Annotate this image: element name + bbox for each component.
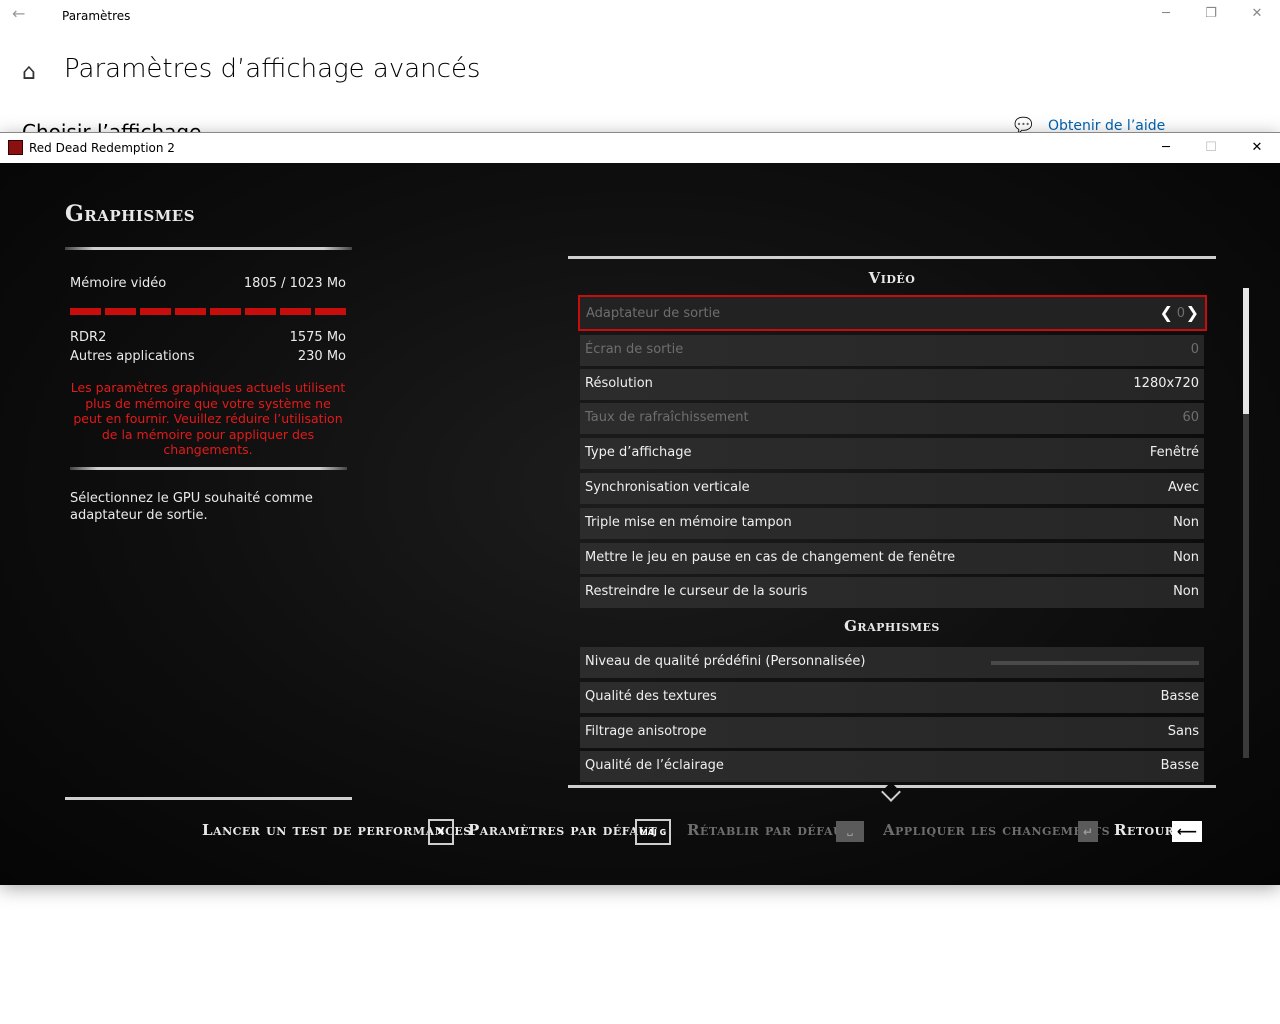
rdr2-memory-label: RDR2	[70, 330, 107, 345]
memory-bar-segment	[140, 308, 171, 315]
option-label: Taux de rafraîchissement	[585, 410, 749, 425]
memory-bar-segment	[70, 308, 101, 315]
settings-app-title: Paramètres	[62, 9, 131, 23]
graphics-title: Graphismes	[65, 201, 196, 227]
rdr2-memory-value: 1575 Mo	[289, 330, 346, 345]
restore-default-button: Rétablir par défaut	[687, 821, 852, 839]
option-quality-preset[interactable]: Niveau de qualité prédéfini (Personnalis…	[580, 647, 1204, 678]
option-resolution[interactable]: Résolution 1280x720	[580, 369, 1204, 400]
option-pause-on-focus-loss[interactable]: Mettre le jeu en pause en cas de changem…	[580, 543, 1204, 574]
option-value: Non	[1173, 515, 1199, 530]
default-settings-button[interactable]: Paramètres par défaut	[468, 821, 657, 839]
other-apps-memory-label: Autres applications	[70, 349, 195, 364]
rdr2-window: Red Dead Redemption 2 ─ ☐ ✕ Graphismes M…	[0, 132, 1280, 885]
memory-bar-segment	[280, 308, 311, 315]
option-label: Adaptateur de sortie	[586, 306, 721, 321]
key-shift-g-icon[interactable]: MAJ G	[635, 819, 671, 845]
option-label: Triple mise en mémoire tampon	[585, 515, 792, 530]
option-output-screen: Écran de sortie 0	[580, 335, 1204, 366]
option-label: Restreindre le curseur de la souris	[585, 584, 808, 599]
memory-bar-segment	[210, 308, 241, 315]
video-memory-label: Mémoire vidéo	[70, 276, 167, 291]
rdr2-window-title: Red Dead Redemption 2	[29, 141, 175, 155]
rdr2-game-content: Graphismes Mémoire vidéo 1805 / 1023 Mo …	[0, 163, 1280, 885]
settings-header: ⌂ Paramètres d’affichage avancés Choisir…	[0, 32, 1280, 132]
chevron-right-icon[interactable]: ❯	[1186, 303, 1199, 322]
restore-icon[interactable]: ❐	[1201, 6, 1221, 21]
option-constrain-cursor[interactable]: Restreindre le curseur de la souris Non	[580, 577, 1204, 608]
maximize-icon[interactable]: ☐	[1201, 140, 1221, 155]
option-value: 60	[1182, 410, 1199, 425]
option-label: Niveau de qualité prédéfini (Personnalis…	[585, 654, 866, 669]
memory-warning: Les paramètres graphiques actuels utilis…	[70, 380, 346, 457]
rdr2-titlebar: Red Dead Redemption 2 ─ ☐ ✕	[0, 133, 1280, 163]
option-value: Avec	[1168, 480, 1199, 495]
option-label: Type d’affichage	[585, 445, 692, 460]
key-space-icon: ␣	[836, 821, 864, 842]
options-scrollbar[interactable]	[1243, 288, 1249, 758]
back-button[interactable]: Retour	[1114, 821, 1174, 839]
help-chat-icon[interactable]: 💬	[1014, 116, 1033, 132]
option-value: Fenêtré	[1149, 445, 1199, 460]
memory-bar-segment	[245, 308, 276, 315]
quality-preset-slider[interactable]	[991, 661, 1199, 665]
memory-bar-segment	[175, 308, 206, 315]
key-backspace-icon[interactable]: ⟵	[1172, 821, 1202, 842]
option-description: Sélectionnez le GPU souhaité comme adapt…	[70, 491, 313, 523]
page-subtitle: Choisir l’affichage	[22, 120, 202, 132]
option-value: 0	[1190, 342, 1199, 357]
section-video-heading: Vidéo	[868, 269, 916, 287]
other-apps-memory-value: 230 Mo	[297, 349, 346, 364]
back-arrow-icon[interactable]: ←	[12, 4, 25, 23]
key-x-icon[interactable]: X	[428, 819, 454, 845]
option-label: Filtrage anisotrope	[585, 724, 707, 739]
option-anisotropic-filtering[interactable]: Filtrage anisotrope Sans	[580, 717, 1204, 748]
option-label: Résolution	[585, 376, 653, 391]
minimize-icon[interactable]: ─	[1156, 140, 1176, 155]
option-refresh-rate: Taux de rafraîchissement 60	[580, 403, 1204, 434]
settings-titlebar: ← Paramètres ─ ❐ ✕	[0, 0, 1280, 32]
page-title: Paramètres d’affichage avancés	[64, 54, 481, 84]
video-memory-bar	[70, 308, 346, 315]
options-top-divider	[568, 256, 1216, 259]
option-value: Non	[1173, 584, 1199, 599]
option-label: Qualité de l’éclairage	[585, 758, 724, 773]
minimize-icon[interactable]: ─	[1156, 6, 1176, 21]
left-top-divider	[65, 247, 352, 250]
scrollbar-thumb[interactable]	[1243, 288, 1249, 414]
option-value: 1280x720	[1133, 376, 1199, 391]
option-texture-quality[interactable]: Qualité des textures Basse	[580, 682, 1204, 713]
option-value: Non	[1173, 550, 1199, 565]
option-value: 0	[1176, 306, 1185, 321]
option-lighting-quality[interactable]: Qualité de l’éclairage Basse	[580, 751, 1204, 782]
apply-changes-button: Appliquer les changements	[883, 821, 1111, 839]
option-value: Basse	[1160, 689, 1199, 704]
left-bottom-divider	[65, 797, 352, 800]
option-label: Mettre le jeu en pause en cas de changem…	[585, 550, 956, 565]
option-vsync[interactable]: Synchronisation verticale Avec	[580, 473, 1204, 504]
memory-bar-segment	[105, 308, 136, 315]
video-memory-value: 1805 / 1023 Mo	[243, 276, 346, 291]
left-middle-divider	[70, 467, 347, 470]
home-icon[interactable]: ⌂	[22, 60, 36, 85]
close-icon[interactable]: ✕	[1247, 6, 1267, 21]
section-graphics-heading: Graphismes	[844, 617, 940, 635]
memory-bar-segment	[315, 308, 346, 315]
close-icon[interactable]: ✕	[1247, 140, 1267, 155]
option-label: Synchronisation verticale	[585, 480, 750, 495]
option-triple-buffering[interactable]: Triple mise en mémoire tampon Non	[580, 508, 1204, 539]
option-label: Écran de sortie	[585, 342, 684, 357]
key-enter-icon: ↵	[1078, 821, 1098, 842]
option-display-type[interactable]: Type d’affichage Fenêtré	[580, 438, 1204, 469]
help-link[interactable]: Obtenir de l’aide	[1048, 118, 1165, 132]
option-output-adapter[interactable]: Adaptateur de sortie ❮ 0 ❯	[578, 295, 1207, 331]
option-label: Qualité des textures	[585, 689, 717, 704]
rdr2-app-icon	[8, 140, 23, 155]
option-value: Basse	[1160, 758, 1199, 773]
chevron-left-icon[interactable]: ❮	[1160, 303, 1173, 322]
option-value: Sans	[1167, 724, 1199, 739]
